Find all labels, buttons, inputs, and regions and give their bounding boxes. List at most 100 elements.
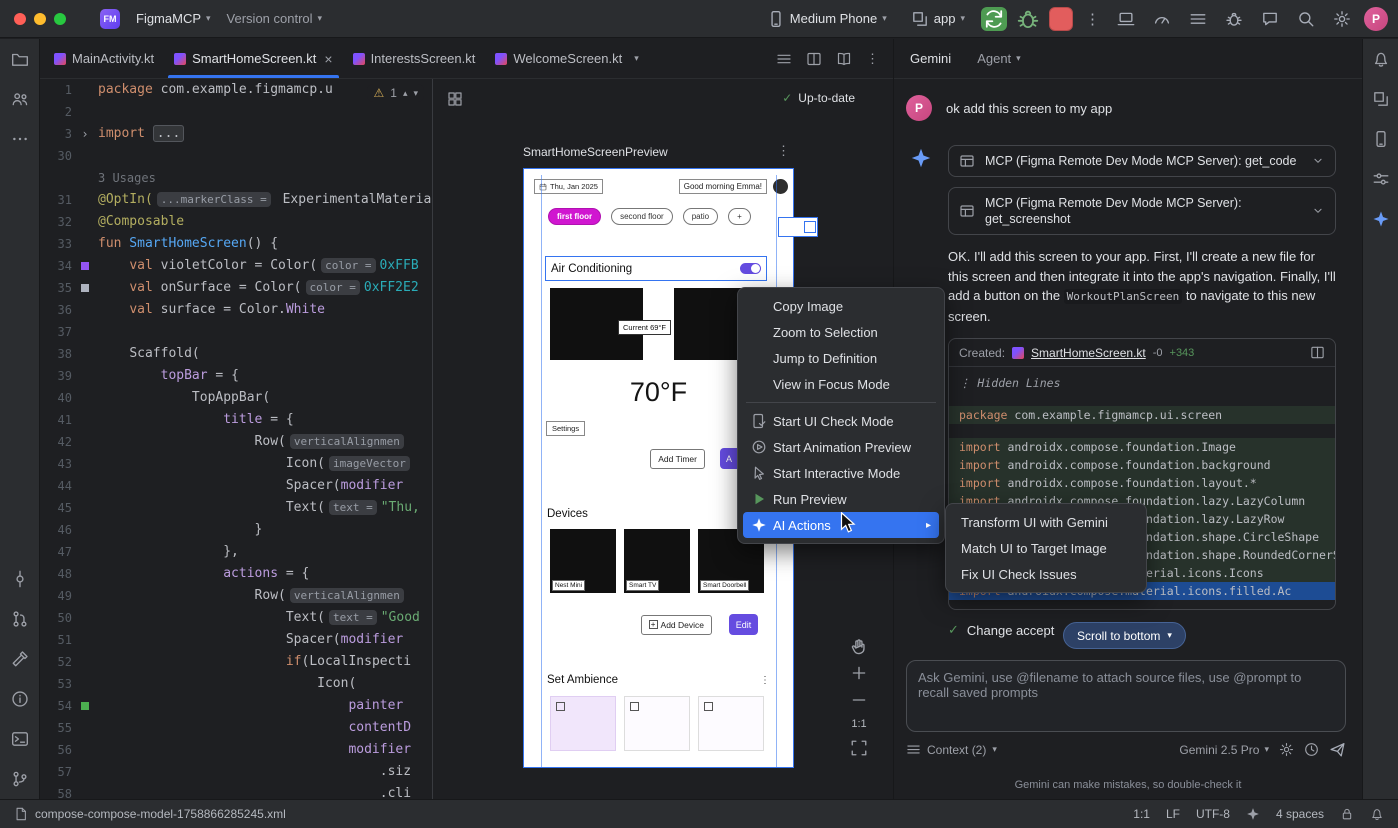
- floor-chip[interactable]: first floor: [548, 208, 601, 225]
- submenu-item-transform-ui-with-gemini[interactable]: Transform UI with Gemini: [951, 509, 1141, 535]
- code-line[interactable]: 36 val surface = Color.White: [40, 299, 432, 321]
- app-insights-icon[interactable]: [1220, 5, 1248, 33]
- stop-button[interactable]: [1049, 7, 1073, 31]
- code-line[interactable]: 55 contentD: [40, 717, 432, 739]
- code-line[interactable]: 3›import ...: [40, 123, 432, 145]
- code-line[interactable]: 44 Spacer(modifier: [40, 475, 432, 497]
- code-line[interactable]: 35 val onSurface = Color(color =0xFF2E2: [40, 277, 432, 299]
- send-icon[interactable]: [1329, 741, 1346, 758]
- tab-agent[interactable]: Agent ▾: [977, 51, 1021, 66]
- code-line[interactable]: 2: [40, 101, 432, 123]
- hidden-lines-row[interactable]: ⋮ Hidden Lines: [949, 374, 1335, 392]
- soft-wrap-icon[interactable]: [776, 51, 792, 67]
- menu-item-start-animation-preview[interactable]: Start Animation Preview: [743, 434, 939, 460]
- code-line[interactable]: 52 if(LocalInspecti: [40, 651, 432, 673]
- menu-item-zoom-to-selection[interactable]: Zoom to Selection: [743, 319, 939, 345]
- gemini-settings-icon[interactable]: [1279, 742, 1294, 757]
- split-editor-icon[interactable]: [806, 51, 822, 67]
- code-line[interactable]: 51 Spacer(modifier: [40, 629, 432, 651]
- gemini-prompt-field[interactable]: [907, 661, 1345, 731]
- notifications-icon[interactable]: [1363, 39, 1398, 79]
- add-timer-button[interactable]: Add Timer: [650, 449, 705, 469]
- code-line[interactable]: 49 Row(verticalAlignmen: [40, 585, 432, 607]
- settings-icon[interactable]: [1328, 5, 1356, 33]
- terminal-icon[interactable]: [0, 719, 39, 759]
- code-line[interactable]: 3 Usages: [40, 167, 432, 189]
- indent-setting[interactable]: 4 spaces: [1276, 807, 1324, 821]
- code-line[interactable]: 57 .siz: [40, 761, 432, 783]
- code-line[interactable]: import androidx.compose.foundation.layou…: [949, 474, 1335, 492]
- code-line[interactable]: 53 Icon(: [40, 673, 432, 695]
- vcs-menu[interactable]: Version control ▾: [219, 6, 331, 32]
- notifications-icon[interactable]: [1370, 807, 1384, 821]
- minimize-button[interactable]: [34, 13, 46, 25]
- run-config-selector[interactable]: app ▾: [903, 6, 973, 32]
- menu-item-start-interactive-mode[interactable]: Start Interactive Mode: [743, 460, 939, 486]
- code-line[interactable]: 46 }: [40, 519, 432, 541]
- ac-toggle[interactable]: [740, 263, 761, 274]
- prev-issue-icon[interactable]: ▴: [403, 88, 408, 99]
- commit-icon[interactable]: [0, 559, 39, 599]
- tab-options-icon[interactable]: ⋮: [866, 51, 879, 67]
- code-line[interactable]: 32@Composable: [40, 211, 432, 233]
- lock-icon[interactable]: [1340, 807, 1354, 821]
- device-selector[interactable]: Medium Phone ▾: [759, 6, 895, 32]
- selection-resize-handle[interactable]: [778, 217, 818, 237]
- caret-position[interactable]: 1:1: [1133, 807, 1150, 821]
- code-line[interactable]: 54 painter: [40, 695, 432, 717]
- tool-call-row[interactable]: MCP (Figma Remote Dev Mode MCP Server): …: [948, 145, 1336, 177]
- zoom-out-icon[interactable]: [850, 691, 868, 709]
- close-button[interactable]: [14, 13, 26, 25]
- floor-chip[interactable]: +: [728, 208, 751, 225]
- ambience-card[interactable]: [624, 696, 690, 751]
- floor-chip[interactable]: second floor: [611, 208, 673, 225]
- close-icon[interactable]: ×: [324, 51, 332, 67]
- code-line[interactable]: 39 topBar = {: [40, 365, 432, 387]
- more-actions-icon[interactable]: ⋮: [1081, 10, 1104, 28]
- chevron-down-icon[interactable]: [1311, 154, 1325, 168]
- zoom-to-fit-icon[interactable]: [850, 739, 868, 757]
- tab-interestsscreen-kt[interactable]: InterestsScreen.kt: [343, 39, 486, 78]
- code-line[interactable]: 42 Row(verticalAlignmen: [40, 431, 432, 453]
- history-icon[interactable]: [1304, 742, 1319, 757]
- code-line[interactable]: 41 title = {: [40, 409, 432, 431]
- device-manager-icon[interactable]: [1363, 119, 1398, 159]
- code-line[interactable]: 58 .cli: [40, 783, 432, 799]
- gallery-view-icon[interactable]: [447, 91, 463, 107]
- add-device-button[interactable]: + Add Device: [641, 615, 712, 635]
- zoom-level[interactable]: 1:1: [851, 718, 866, 730]
- tab-gemini[interactable]: Gemini: [910, 51, 951, 66]
- tab-welcomescreen-kt[interactable]: WelcomeScreen.kt▾: [485, 39, 648, 78]
- section-options-icon[interactable]: ⋮: [760, 675, 770, 686]
- code-line[interactable]: 33fun SmartHomeScreen() {: [40, 233, 432, 255]
- menu-item-jump-to-definition[interactable]: Jump to Definition: [743, 345, 939, 371]
- pull-requests-icon[interactable]: [0, 599, 39, 639]
- menu-item-run-preview[interactable]: Run Preview: [743, 486, 939, 512]
- file-encoding[interactable]: UTF-8: [1196, 807, 1230, 821]
- code-line[interactable]: 40 TopAppBar(: [40, 387, 432, 409]
- profiler-icon[interactable]: [1148, 5, 1176, 33]
- menu-item-view-in-focus-mode[interactable]: View in Focus Mode: [743, 371, 939, 397]
- rerun-button[interactable]: [981, 7, 1007, 31]
- zoom-button[interactable]: [54, 13, 66, 25]
- menu-item-ai-actions[interactable]: AI Actions▸: [743, 512, 939, 538]
- tool-call-row[interactable]: MCP (Figma Remote Dev Mode MCP Server): …: [948, 187, 1336, 235]
- problems-icon[interactable]: [0, 679, 39, 719]
- ambience-card[interactable]: [698, 696, 764, 751]
- ambience-card[interactable]: [550, 696, 616, 751]
- code-line[interactable]: 56 modifier: [40, 739, 432, 761]
- zoom-in-icon[interactable]: [850, 664, 868, 682]
- code-line[interactable]: import androidx.compose.foundation.Image: [949, 438, 1335, 456]
- preview-mode-icon[interactable]: [836, 51, 852, 67]
- air-conditioning-header[interactable]: Air Conditioning: [545, 256, 767, 281]
- open-diff-icon[interactable]: [1310, 345, 1325, 360]
- line-separator[interactable]: LF: [1166, 807, 1180, 821]
- model-selector[interactable]: Gemini 2.5 Pro ▾: [1179, 743, 1269, 757]
- submenu-item-match-ui-to-target-image[interactable]: Match UI to Target Image: [951, 535, 1141, 561]
- code-line[interactable]: 30: [40, 145, 432, 167]
- version-control-icon[interactable]: [0, 759, 39, 799]
- profile-avatar[interactable]: P: [1364, 7, 1388, 31]
- project-icon[interactable]: [0, 39, 39, 79]
- scroll-to-bottom-button[interactable]: Scroll to bottom ▾: [1063, 622, 1186, 649]
- assistant-chat-icon[interactable]: [1256, 5, 1284, 33]
